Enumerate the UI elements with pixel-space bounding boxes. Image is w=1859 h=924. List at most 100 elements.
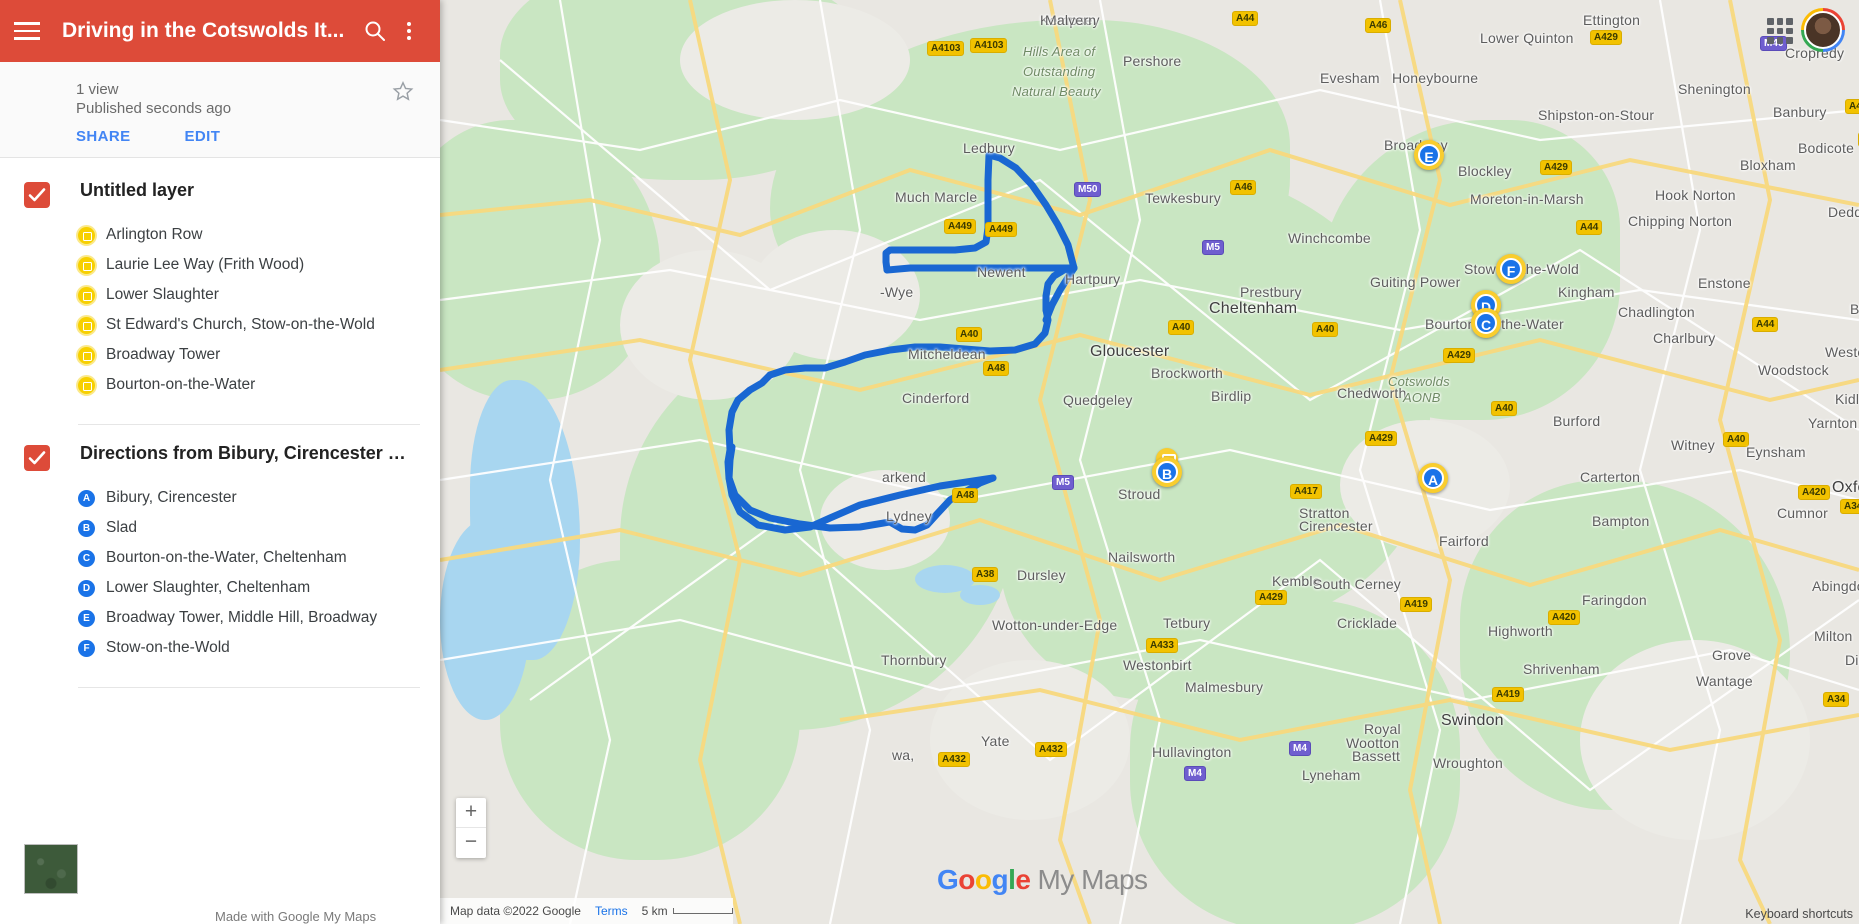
menu-bar — [14, 22, 40, 25]
map-place-label: Eynsham — [1746, 444, 1806, 460]
route-marker-f[interactable]: F — [1496, 254, 1526, 284]
grid-dot — [1776, 27, 1784, 35]
map-canvas[interactable]: Kempsey A44 A46 Ettington A429 Lower Quinton C… — [440, 0, 1859, 924]
terms-link[interactable]: Terms — [595, 904, 628, 918]
road-shield-label: A44 — [1576, 220, 1603, 235]
map-place-label: Oxford — [1832, 479, 1859, 496]
list-item[interactable]: Lower Slaughter — [0, 280, 440, 310]
basemap-section: Made with Google My Maps — [0, 828, 440, 924]
list-item-label: Bourton-on-the-Water — [106, 376, 256, 393]
marker-letter: B — [1156, 461, 1178, 483]
map-place-label: Bloxham — [1740, 157, 1796, 173]
road-shield-label: M4 — [1184, 766, 1206, 781]
avatar[interactable] — [1801, 8, 1845, 52]
list-item[interactable]: Broadway Tower — [0, 340, 440, 370]
map-place-label: Cricklade — [1337, 615, 1398, 631]
map-meta-panel: 1 view Published seconds ago SHARE EDIT — [0, 62, 440, 158]
grid-dot — [1786, 27, 1793, 35]
map-place-label: Hullavington — [1152, 744, 1232, 760]
map-place-label: Witney — [1671, 437, 1715, 453]
map-place-label: Lyneham — [1302, 767, 1361, 783]
list-item-label: Lower Slaughter — [106, 286, 219, 303]
route-marker-e[interactable]: E — [1414, 140, 1444, 170]
list-item[interactable]: St Edward's Church, Stow-on-the-Wold — [0, 310, 440, 340]
zoom-controls[interactable]: + − — [456, 798, 486, 858]
map-place-label: Blockley — [1458, 163, 1512, 179]
list-item[interactable]: F Stow-on-the-Wold — [0, 633, 440, 663]
logo-letter: o — [974, 864, 992, 895]
place-pin-icon — [78, 256, 95, 274]
layer-checkbox[interactable] — [24, 445, 50, 471]
logo-letter: o — [958, 864, 975, 895]
road-shield-label: A40 — [1491, 401, 1518, 416]
road-shield-label: A38 — [972, 567, 999, 582]
basemap-thumbnail[interactable] — [24, 844, 78, 894]
share-button[interactable]: SHARE — [76, 128, 131, 145]
map-place-label: Cirencester — [1299, 518, 1373, 534]
map-place-label: Fairford — [1439, 533, 1489, 549]
road-shield-label: A4103 — [927, 41, 965, 56]
my-maps-app: Kempsey A44 A46 Ettington A429 Lower Quinton C… — [0, 0, 1859, 924]
search-icon[interactable] — [358, 14, 392, 48]
map-place-label: Wroughton — [1433, 755, 1504, 771]
map-place-label: Faringdon — [1582, 592, 1647, 608]
map-place-label: Lydney — [886, 508, 932, 524]
map-place-label: Yarnton — [1808, 415, 1858, 431]
apps-grid-icon[interactable] — [1767, 18, 1793, 44]
list-item[interactable]: B Slad — [0, 513, 440, 543]
zoom-in-button[interactable]: + — [456, 798, 486, 828]
map-place-label: Weston-on-the-Green — [1825, 344, 1859, 360]
map-place-label: AONB — [1403, 390, 1441, 405]
view-count: 1 view — [76, 81, 119, 98]
road-shield-label: M4 — [1289, 741, 1311, 756]
map-place-label: Cinderford — [902, 390, 970, 406]
marker-letter: F — [1500, 258, 1522, 280]
route-marker-a[interactable]: A — [1418, 463, 1448, 493]
map-place-label: Hook Norton — [1655, 187, 1736, 203]
avatar-image — [1804, 11, 1842, 49]
list-item[interactable]: Laurie Lee Way (Frith Wood) — [0, 250, 440, 280]
list-item[interactable]: E Broadway Tower, Middle Hill, Broadway — [0, 603, 440, 633]
map-place-label: Wotton-under-Edge — [992, 617, 1118, 633]
map-place-label: Honeybourne — [1392, 70, 1479, 86]
map-place-label: Malvern — [1045, 12, 1097, 28]
list-item[interactable]: Bourton-on-the-Water — [0, 370, 440, 400]
list-item-label: Broadway Tower — [106, 346, 221, 363]
list-item-label: Bibury, Cirencester — [106, 489, 237, 506]
map-place-label: Cumnor — [1777, 505, 1828, 521]
zoom-out-button[interactable]: − — [456, 828, 486, 858]
road-shield-label: A420 — [1798, 485, 1830, 500]
road-shield-label: A419 — [1400, 597, 1432, 612]
route-stop-marker-icon: C — [78, 549, 95, 567]
map-place-label: Cheltenham — [1209, 300, 1298, 317]
map-place-label: Winchcombe — [1288, 230, 1371, 246]
map-place-label: Stroud — [1118, 486, 1161, 502]
map-place-label: Bassett — [1352, 748, 1401, 764]
map-place-label: Highworth — [1488, 623, 1553, 639]
keyboard-shortcuts-link[interactable]: Keyboard shortcuts — [1745, 907, 1853, 921]
list-item[interactable]: A Bibury, Cirencester — [0, 483, 440, 513]
more-vert-icon[interactable] — [392, 14, 426, 48]
star-outline-icon[interactable] — [392, 80, 414, 107]
map-attribution-bar: Map data ©2022 Google Terms 5 km — [440, 898, 733, 924]
map-place-label: Bicester — [1850, 301, 1859, 317]
route-stop-marker-icon: D — [78, 579, 95, 597]
edit-button[interactable]: EDIT — [185, 128, 221, 145]
road-shield-label: A429 — [1365, 431, 1397, 446]
marker-letter: A — [1422, 467, 1444, 489]
road-shield-label: A449 — [985, 222, 1017, 237]
route-marker-c[interactable]: C — [1471, 308, 1501, 338]
road-shield-label: A419 — [1492, 687, 1524, 702]
place-pin-icon — [78, 286, 95, 304]
map-place-label: Shenington — [1678, 81, 1751, 97]
scale-bar: 5 km — [642, 904, 733, 918]
grid-dot — [1776, 37, 1784, 44]
layer-checkbox[interactable] — [24, 182, 50, 208]
list-item[interactable]: C Bourton-on-the-Water, Cheltenham — [0, 543, 440, 573]
list-item[interactable]: D Lower Slaughter, Cheltenham — [0, 573, 440, 603]
map-place-label: Outstanding — [1023, 64, 1096, 79]
hamburger-menu-icon[interactable] — [14, 22, 40, 40]
road-shield-label: A46 — [1365, 18, 1392, 33]
list-item[interactable]: Arlington Row — [0, 220, 440, 250]
route-marker-b[interactable]: B — [1152, 457, 1182, 487]
